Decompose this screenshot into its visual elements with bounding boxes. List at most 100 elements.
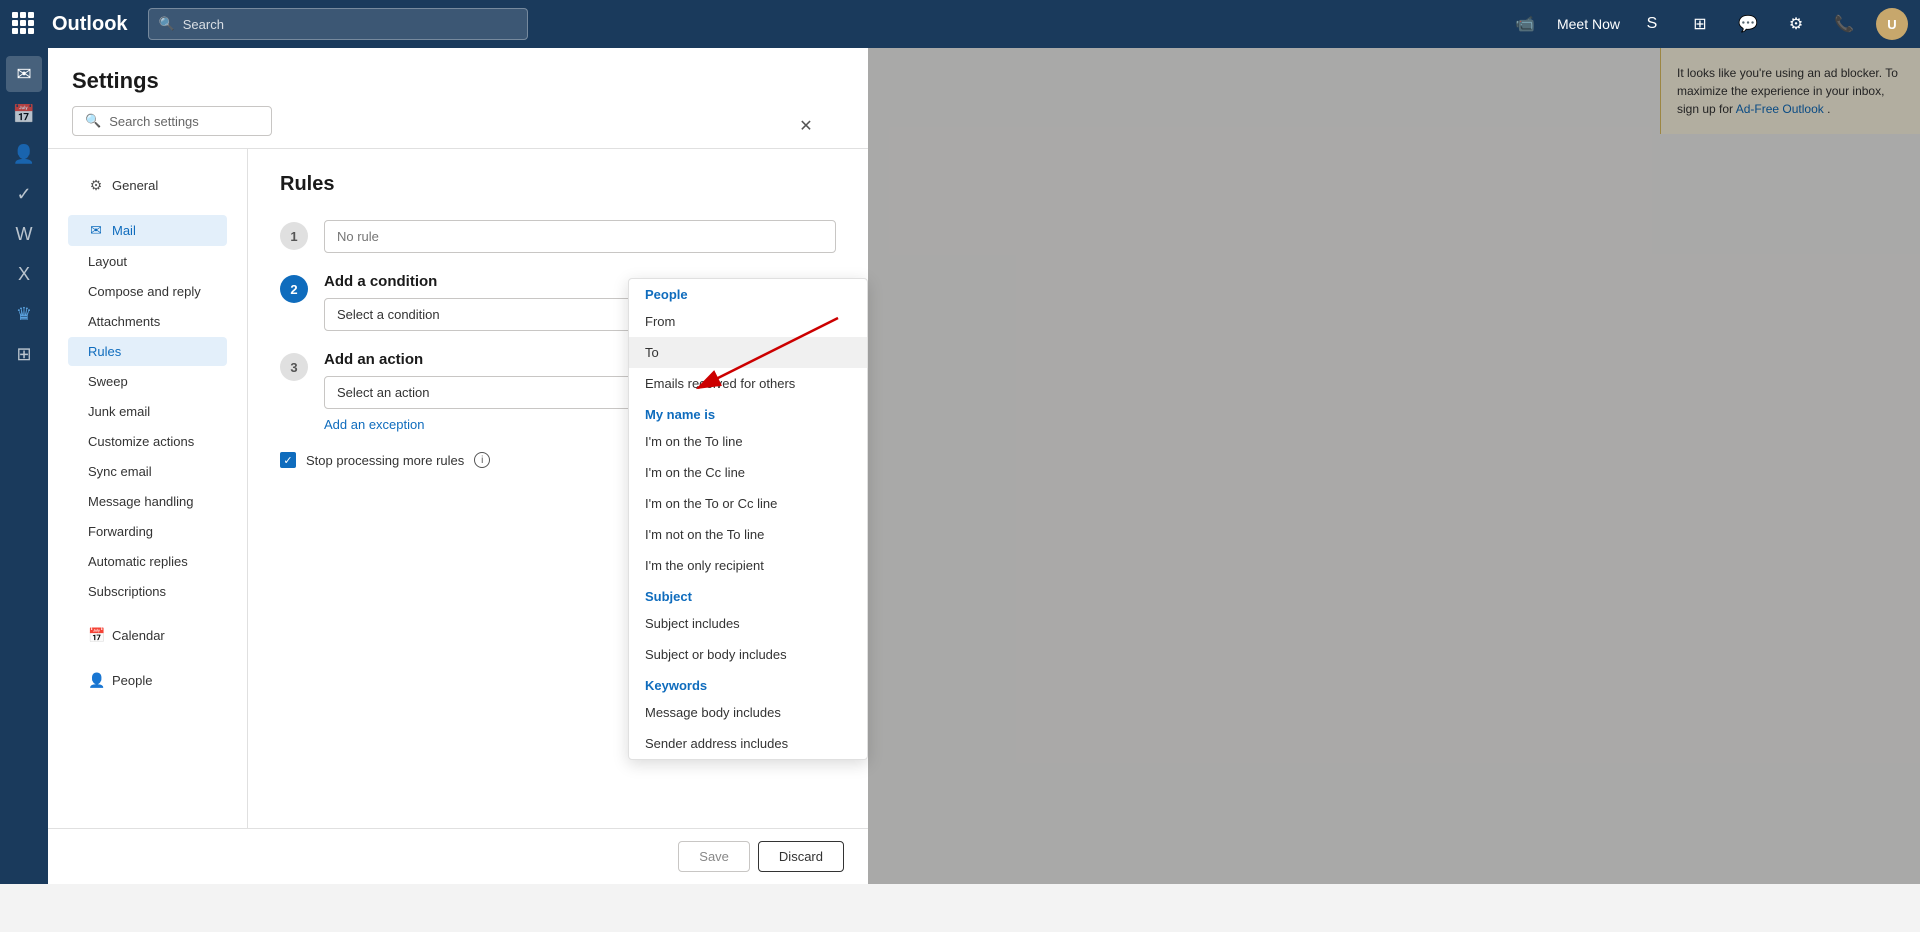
nav-layout-label: Layout: [88, 254, 127, 269]
calendar-icon: 📅: [88, 627, 104, 644]
close-settings-button[interactable]: ✕: [792, 112, 820, 140]
general-icon: ⚙: [88, 177, 104, 194]
nav-item-message-handling[interactable]: Message handling: [68, 487, 227, 516]
dropdown-category-subject: Subject: [629, 581, 867, 608]
rule-name-input[interactable]: [324, 220, 836, 253]
dropdown-item-subject-body-includes[interactable]: Subject or body includes: [629, 639, 867, 670]
save-button[interactable]: Save: [678, 841, 750, 872]
search-label: Search: [183, 17, 224, 32]
video-icon[interactable]: 📹: [1509, 8, 1541, 40]
settings-icon[interactable]: ⚙: [1780, 8, 1812, 40]
dropdown-item-on-to-cc-line[interactable]: I'm on the To or Cc line: [629, 488, 867, 519]
stop-processing-label: Stop processing more rules: [306, 453, 464, 468]
nav-sweep-label: Sweep: [88, 374, 128, 389]
nav-item-subscriptions[interactable]: Subscriptions: [68, 577, 227, 606]
dropdown-item-on-to-line[interactable]: I'm on the To line: [629, 426, 867, 457]
dropdown-item-emails-received[interactable]: Emails received for others: [629, 368, 867, 399]
nav-apps-icon[interactable]: ⊞: [6, 336, 42, 372]
search-icon: 🔍: [159, 16, 175, 32]
step-1-content: [324, 220, 836, 253]
nav-excel-icon[interactable]: X: [6, 256, 42, 292]
discard-button[interactable]: Discard: [758, 841, 844, 872]
icon-bar: ✉ 📅 👤 ✓ W X ♛ ⊞: [0, 48, 48, 884]
nav-section-calendar: 📅 Calendar: [48, 611, 247, 656]
dropdown-item-not-to-line[interactable]: I'm not on the To line: [629, 519, 867, 550]
nav-customize-label: Customize actions: [88, 434, 194, 449]
settings-header: Settings 🔍 Search settings: [48, 48, 868, 149]
step-number-2: 2: [280, 275, 308, 303]
nav-calendar-icon[interactable]: 📅: [6, 96, 42, 132]
step-number-3: 3: [280, 353, 308, 381]
search-icon: 🔍: [85, 113, 101, 129]
dropdown-scroll-area[interactable]: People From To Emails received for other…: [629, 279, 867, 759]
phone-icon[interactable]: 📞: [1828, 8, 1860, 40]
nav-item-attachments[interactable]: Attachments: [68, 307, 227, 336]
apps-icon[interactable]: ⊞: [1684, 8, 1716, 40]
nav-crown-icon[interactable]: ♛: [6, 296, 42, 332]
nav-people-label: People: [112, 673, 152, 688]
mail-icon: ✉: [88, 222, 104, 239]
dropdown-item-only-recipient[interactable]: I'm the only recipient: [629, 550, 867, 581]
step-number-1: 1: [280, 222, 308, 250]
nav-item-auto-replies[interactable]: Automatic replies: [68, 547, 227, 576]
stop-processing-checkbox[interactable]: ✓: [280, 452, 296, 468]
nav-item-mail[interactable]: ✉ Mail: [68, 215, 227, 246]
settings-footer: Save Discard: [48, 828, 868, 884]
nav-subscriptions-label: Subscriptions: [88, 584, 166, 599]
nav-forwarding-label: Forwarding: [88, 524, 153, 539]
people-icon: 👤: [88, 672, 104, 689]
add-exception-link[interactable]: Add an exception: [324, 417, 424, 432]
nav-tasks-icon[interactable]: ✓: [6, 176, 42, 212]
rules-title: Rules: [280, 173, 836, 196]
nav-item-general[interactable]: ⚙ General: [68, 170, 227, 201]
nav-rules-label: Rules: [88, 344, 121, 359]
nav-item-sync[interactable]: Sync email: [68, 457, 227, 486]
nav-mail-label: Mail: [112, 223, 136, 238]
action-placeholder: Select an action: [337, 385, 430, 400]
nav-section-mail: ✉ Mail Layout Compose and reply Attachme…: [48, 206, 247, 611]
app-grid-icon[interactable]: [12, 12, 36, 36]
condition-placeholder: Select a condition: [337, 307, 440, 322]
top-bar: Outlook 🔍 Search 📹 Meet Now S ⊞ 💬 ⚙ 📞 U: [0, 0, 1920, 48]
skype-icon[interactable]: S: [1636, 8, 1668, 40]
settings-title: Settings: [72, 68, 844, 94]
rule-step-1: 1: [280, 220, 836, 253]
nav-item-forwarding[interactable]: Forwarding: [68, 517, 227, 546]
nav-item-rules[interactable]: Rules: [68, 337, 227, 366]
dropdown-item-from[interactable]: From: [629, 306, 867, 337]
feedback-icon[interactable]: 💬: [1732, 8, 1764, 40]
main-layout: ✉ 📅 👤 ✓ W X ♛ ⊞ ☰ Focused + New mail: [0, 48, 1920, 884]
nav-compose-label: Compose and reply: [88, 284, 201, 299]
dropdown-category-keywords: Keywords: [629, 670, 867, 697]
info-icon[interactable]: i: [474, 452, 490, 468]
nav-sync-label: Sync email: [88, 464, 152, 479]
content-area: ☰ Focused + New mail It looks like you'r…: [48, 48, 1920, 884]
dropdown-category-myname: My name is: [629, 399, 867, 426]
dropdown-item-message-body[interactable]: Message body includes: [629, 697, 867, 728]
nav-word-icon[interactable]: W: [6, 216, 42, 252]
nav-item-compose[interactable]: Compose and reply: [68, 277, 227, 306]
top-search-bar[interactable]: 🔍 Search: [148, 8, 528, 40]
nav-calendar-label: Calendar: [112, 628, 165, 643]
top-bar-actions: 📹 Meet Now S ⊞ 💬 ⚙ 📞 U: [1509, 8, 1908, 40]
nav-attachments-label: Attachments: [88, 314, 160, 329]
dropdown-item-subject-includes[interactable]: Subject includes: [629, 608, 867, 639]
meet-now-label: Meet Now: [1557, 16, 1620, 32]
nav-item-calendar[interactable]: 📅 Calendar: [68, 620, 227, 651]
nav-item-layout[interactable]: Layout: [68, 247, 227, 276]
nav-item-sweep[interactable]: Sweep: [68, 367, 227, 396]
dropdown-item-on-cc-line[interactable]: I'm on the Cc line: [629, 457, 867, 488]
nav-message-handling-label: Message handling: [88, 494, 194, 509]
nav-section-people: 👤 People: [48, 656, 247, 701]
avatar[interactable]: U: [1876, 8, 1908, 40]
nav-item-people[interactable]: 👤 People: [68, 665, 227, 696]
nav-item-junk[interactable]: Junk email: [68, 397, 227, 426]
settings-nav: ⚙ General ✉ Mail Layout: [48, 149, 248, 828]
nav-item-customize[interactable]: Customize actions: [68, 427, 227, 456]
dropdown-item-to[interactable]: To: [629, 337, 867, 368]
dropdown-item-sender-address[interactable]: Sender address includes: [629, 728, 867, 759]
nav-mail-icon[interactable]: ✉: [6, 56, 42, 92]
dropdown-category-people: People: [629, 279, 867, 306]
settings-search[interactable]: 🔍 Search settings: [72, 106, 272, 136]
nav-people-icon[interactable]: 👤: [6, 136, 42, 172]
